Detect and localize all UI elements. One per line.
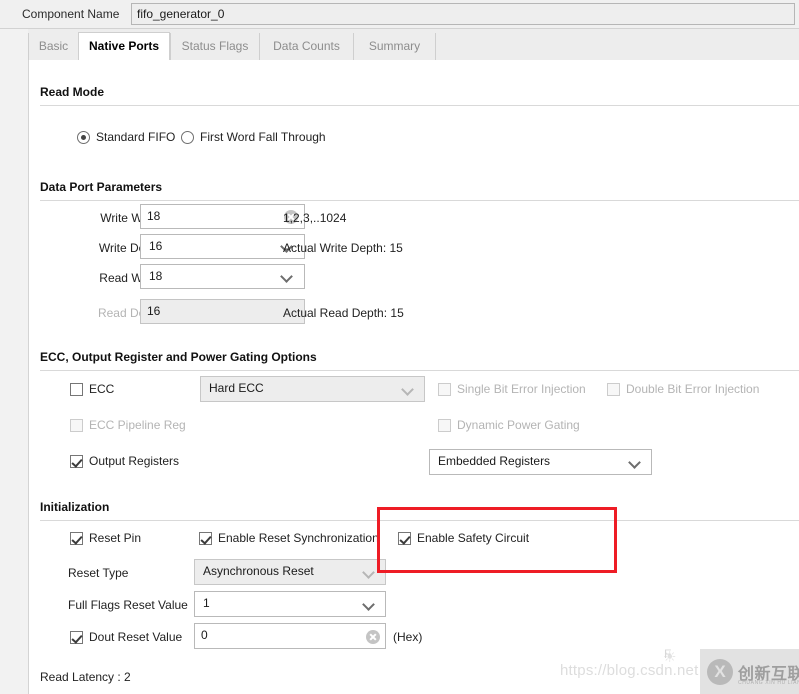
checkbox-reset-pin-label: Reset Pin bbox=[89, 531, 141, 545]
radio-first-word-fall-through[interactable] bbox=[181, 131, 194, 144]
checkbox-dynamic-power-gating bbox=[438, 419, 451, 432]
tab-bar-divider bbox=[435, 33, 436, 60]
hint-write-width: 1,2,3,..1024 bbox=[283, 211, 346, 225]
watermark-wechat-label: F bbox=[664, 647, 671, 661]
tab-basic-label: Basic bbox=[39, 39, 68, 53]
checkbox-ecc-label: ECC bbox=[89, 382, 114, 396]
chevron-down-icon-read-width[interactable] bbox=[281, 271, 292, 282]
tab-native-ports-label: Native Ports bbox=[89, 39, 159, 53]
tab-basic[interactable]: Basic bbox=[28, 33, 78, 60]
section-rule-ecc bbox=[40, 370, 799, 371]
hint-write-depth: Actual Write Depth: 15 bbox=[283, 241, 403, 255]
chevron-down-icon-reset-type[interactable] bbox=[363, 567, 374, 578]
label-dout-reset-value: Dout Reset Value bbox=[89, 630, 182, 644]
tab-data-counts[interactable]: Data Counts bbox=[259, 33, 353, 60]
clear-icon-dout-reset-value[interactable] bbox=[366, 630, 380, 644]
radio-standard-fifo-label: Standard FIFO bbox=[96, 130, 175, 144]
watermark-badge-logo: X bbox=[707, 659, 733, 685]
section-title-read-mode: Read Mode bbox=[40, 85, 104, 99]
native-ports-panel: Read Mode Standard FIFO First Word Fall … bbox=[28, 60, 799, 694]
component-name-input[interactable]: fifo_generator_0 bbox=[131, 3, 795, 25]
radio-standard-fifo[interactable] bbox=[77, 131, 90, 144]
label-read-latency: Read Latency : 2 bbox=[40, 670, 131, 684]
watermark-badge: X 创新互联 CHUANG XIN HU LIAN bbox=[700, 649, 799, 694]
left-gutter bbox=[0, 60, 28, 694]
chevron-down-icon-output-registers[interactable] bbox=[629, 457, 640, 468]
checkbox-enable-reset-synchronization-label: Enable Reset Synchronization bbox=[218, 531, 379, 545]
combo-full-flags-reset-value[interactable]: 1 bbox=[194, 591, 386, 617]
checkbox-reset-pin[interactable] bbox=[70, 532, 83, 545]
checkbox-ecc-pipeline-reg bbox=[70, 419, 83, 432]
input-write-width[interactable]: 18 bbox=[140, 204, 305, 229]
tab-native-ports[interactable]: Native Ports bbox=[78, 32, 170, 60]
chevron-down-icon-ecc-type bbox=[402, 384, 413, 395]
radio-first-word-fall-through-label: First Word Fall Through bbox=[200, 130, 326, 144]
checkbox-enable-reset-synchronization[interactable] bbox=[199, 532, 212, 545]
checkbox-ecc-pipeline-reg-label: ECC Pipeline Reg bbox=[89, 418, 186, 432]
chevron-down-icon-full-flags-reset-value[interactable] bbox=[363, 599, 374, 610]
tab-status-flags[interactable]: Status Flags bbox=[170, 33, 259, 60]
highlight-rectangle-enable-safety-circuit bbox=[377, 507, 617, 573]
input-dout-reset-value[interactable]: 0 bbox=[194, 623, 386, 649]
section-title-data-port-parameters: Data Port Parameters bbox=[40, 180, 162, 194]
label-full-flags-reset-value: Full Flags Reset Value bbox=[68, 598, 188, 612]
combo-output-registers-type[interactable]: Embedded Registers bbox=[429, 449, 652, 475]
combo-reset-type[interactable]: Asynchronous Reset bbox=[194, 559, 386, 585]
checkbox-single-bit-error-injection bbox=[438, 383, 451, 396]
hint-read-depth: Actual Read Depth: 15 bbox=[283, 306, 404, 320]
input-read-depth: 16 bbox=[140, 299, 305, 324]
label-dout-reset-value-suffix: (Hex) bbox=[393, 630, 422, 644]
checkbox-single-bit-error-injection-label: Single Bit Error Injection bbox=[457, 382, 586, 396]
component-name-bar: Component Name fifo_generator_0 bbox=[0, 0, 799, 29]
label-reset-type: Reset Type bbox=[68, 566, 128, 580]
tab-summary[interactable]: Summary bbox=[353, 33, 435, 60]
watermark-badge-subtext: CHUANG XIN HU LIAN bbox=[738, 680, 799, 686]
checkbox-dynamic-power-gating-label: Dynamic Power Gating bbox=[457, 418, 580, 432]
tab-bar-left-padding bbox=[0, 29, 28, 60]
combo-ecc-type: Hard ECC bbox=[200, 376, 425, 402]
checkbox-output-registers-label: Output Registers bbox=[89, 454, 179, 468]
tab-data-counts-label: Data Counts bbox=[273, 39, 340, 53]
component-name-label: Component Name bbox=[22, 7, 119, 21]
section-title-initialization: Initialization bbox=[40, 500, 109, 514]
tab-status-flags-label: Status Flags bbox=[182, 39, 249, 53]
section-rule-data-port bbox=[40, 200, 799, 201]
tab-bar: Basic Native Ports Status Flags Data Cou… bbox=[0, 29, 799, 60]
checkbox-dout-reset-value[interactable] bbox=[70, 631, 83, 644]
checkbox-double-bit-error-injection-label: Double Bit Error Injection bbox=[626, 382, 759, 396]
section-rule-read-mode bbox=[40, 105, 799, 106]
checkbox-ecc[interactable] bbox=[70, 383, 83, 396]
checkbox-output-registers[interactable] bbox=[70, 455, 83, 468]
checkbox-double-bit-error-injection bbox=[607, 383, 620, 396]
section-title-ecc-options: ECC, Output Register and Power Gating Op… bbox=[40, 350, 317, 364]
tab-summary-label: Summary bbox=[369, 39, 420, 53]
